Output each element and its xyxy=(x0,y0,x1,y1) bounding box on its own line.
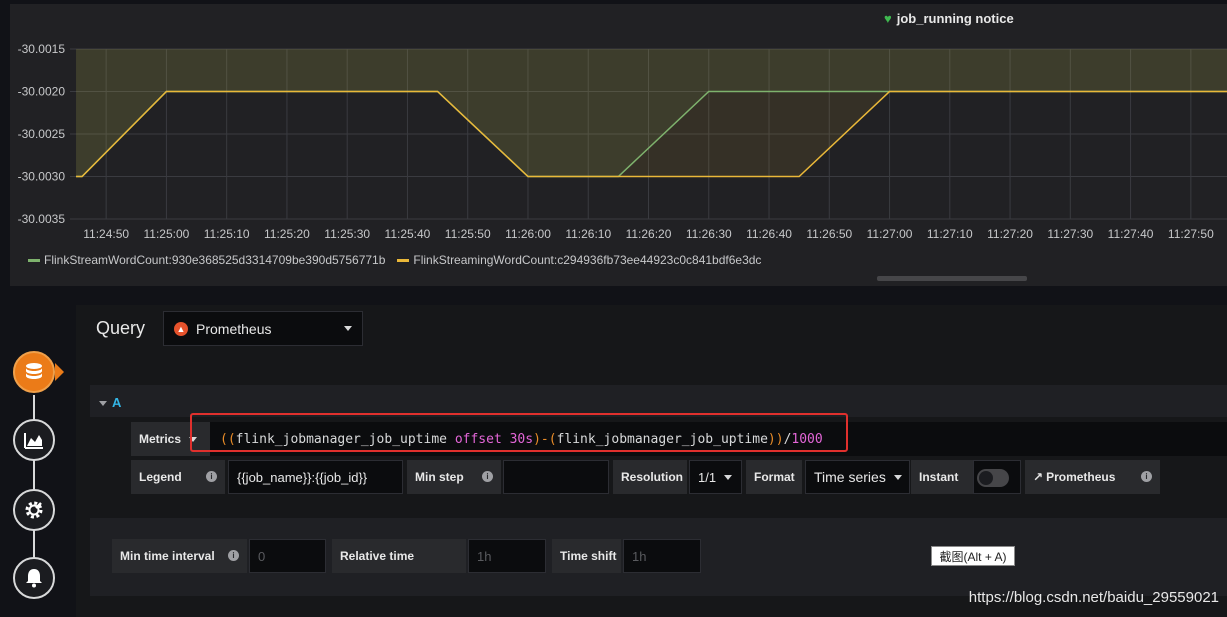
highlight-box xyxy=(190,413,848,452)
min-interval-input[interactable]: 0 xyxy=(249,539,326,573)
min-interval-label: Min time interval i xyxy=(112,539,247,573)
x-tick-label: 11:26:20 xyxy=(626,227,672,241)
time-shift-input[interactable]: 1h xyxy=(623,539,701,573)
rail-active-arrow xyxy=(55,363,64,381)
chevron-down-icon xyxy=(344,326,352,331)
rail-queries-button[interactable] xyxy=(13,351,55,393)
legend-swatch-0 xyxy=(28,258,40,262)
y-tick-label: -30.0015 xyxy=(18,42,66,56)
resolution-label: Resolution xyxy=(613,460,687,494)
x-tick-label: 11:25:00 xyxy=(144,227,190,241)
rail-alert-button[interactable] xyxy=(13,557,55,599)
format-label: Format xyxy=(746,460,802,494)
x-tick-label: 11:25:10 xyxy=(204,227,250,241)
x-tick-label: 11:26:30 xyxy=(686,227,732,241)
database-icon xyxy=(26,363,42,379)
relative-time-label: Relative time xyxy=(332,539,466,573)
chevron-down-icon xyxy=(724,474,733,480)
x-tick-label: 11:26:00 xyxy=(505,227,551,241)
y-tick-label: -30.0035 xyxy=(18,212,66,226)
resolution-select[interactable]: 1/1 xyxy=(689,460,742,494)
instant-toggle[interactable] xyxy=(977,469,1009,487)
query-row-toggle[interactable]: A xyxy=(99,395,121,410)
bell-icon xyxy=(26,569,42,588)
legend-format-input[interactable]: {{job_name}}:{{job_id}} xyxy=(228,460,403,494)
gear-icon xyxy=(25,501,43,519)
rail-general-button[interactable] xyxy=(13,489,55,531)
legend-label-0: FlinkStreamWordCount:930e368525d3314709b… xyxy=(44,253,386,267)
collapse-icon xyxy=(99,401,107,407)
x-tick-label: 11:24:50 xyxy=(83,227,129,241)
legend-format-label: Legend i xyxy=(131,460,225,494)
x-tick-label: 11:25:30 xyxy=(324,227,370,241)
relative-time-input[interactable]: 1h xyxy=(468,539,546,573)
watermark: https://blog.csdn.net/baidu_29559021 xyxy=(968,589,1219,606)
chart-icon xyxy=(24,433,43,449)
legend-item-0[interactable]: FlinkStreamWordCount:930e368525d3314709b… xyxy=(28,253,385,267)
x-tick-label: 11:25:40 xyxy=(385,227,431,241)
external-link-icon: ↗ xyxy=(1033,470,1044,484)
legend: FlinkStreamWordCount:930e368525d3314709b… xyxy=(28,253,761,267)
instant-label: Instant xyxy=(911,460,973,494)
x-tick-label: 11:26:50 xyxy=(806,227,852,241)
y-tick-label: -30.0025 xyxy=(18,127,66,141)
rail-visualization-button[interactable] xyxy=(13,419,55,461)
x-tick-label: 11:27:30 xyxy=(1047,227,1093,241)
graph-panel: -30.0015 -30.0020 -30.0025 -30.0030 -30.0035… xyxy=(10,4,1227,286)
legend-swatch-1 xyxy=(397,258,410,262)
panel-title[interactable]: ♥ job_running notice xyxy=(884,11,1014,26)
min-step-label: Min step i xyxy=(407,460,501,494)
time-shift-label: Time shift xyxy=(552,539,621,573)
x-tick-label: 11:27:10 xyxy=(927,227,973,241)
y-tick-label: -30.0020 xyxy=(18,85,66,99)
panel-title-text: job_running notice xyxy=(896,11,1014,26)
x-tick-label: 11:25:50 xyxy=(445,227,491,241)
x-tick-label: 11:26:10 xyxy=(565,227,611,241)
panel-resize-handle[interactable] xyxy=(877,276,1027,281)
query-heading: Query xyxy=(96,318,146,338)
query-ref-id: A xyxy=(112,395,122,410)
x-tick-label: 11:27:20 xyxy=(987,227,1033,241)
x-tick-label: 11:26:40 xyxy=(746,227,792,241)
chevron-down-icon xyxy=(893,474,902,480)
screenshot-tooltip: 截图(Alt + A) xyxy=(931,546,1015,566)
info-icon[interactable]: i xyxy=(482,471,493,482)
min-step-input[interactable] xyxy=(503,460,609,494)
heart-icon: ♥ xyxy=(884,11,892,26)
x-tick-label: 11:25:20 xyxy=(264,227,310,241)
time-series-chart[interactable]: -30.0015 -30.0020 -30.0025 -30.0030 -30.0035… xyxy=(10,4,1227,254)
format-select[interactable]: Time series xyxy=(805,460,910,494)
datasource-name: Prometheus xyxy=(196,320,272,337)
legend-item-1[interactable]: FlinkStreamingWordCount:c294936fb73ee449… xyxy=(397,253,761,267)
datasource-select[interactable]: ▲ Prometheus xyxy=(163,311,363,346)
x-tick-label: 11:27:50 xyxy=(1168,227,1214,241)
x-tick-label: 11:27:40 xyxy=(1108,227,1154,241)
x-tick-label: 11:27:00 xyxy=(867,227,913,241)
info-icon[interactable]: i xyxy=(1141,471,1152,482)
series-area-1 xyxy=(76,49,1227,177)
info-icon[interactable]: i xyxy=(206,471,217,482)
info-icon[interactable]: i xyxy=(228,550,239,561)
legend-label-1: FlinkStreamingWordCount:c294936fb73ee449… xyxy=(413,253,762,267)
prometheus-icon: ▲ xyxy=(174,321,188,336)
y-tick-label: -30.0030 xyxy=(18,170,66,184)
prometheus-link[interactable]: ↗ Prometheus i xyxy=(1025,460,1160,494)
toggle-knob xyxy=(979,471,993,485)
